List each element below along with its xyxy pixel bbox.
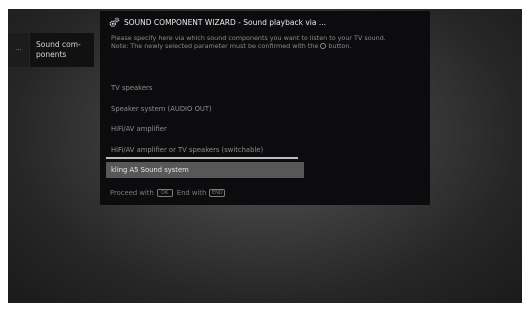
sound-options-list: TV speakers Speaker system (AUDIO OUT) H…	[106, 81, 304, 185]
breadcrumb-current[interactable]: Sound com- ponents	[30, 33, 94, 67]
wizard-footer: Proceed with OK End with END	[110, 189, 229, 197]
wizard-description: Please specify here via which sound comp…	[111, 34, 426, 51]
ok-button-icon	[320, 43, 327, 50]
end-label: End with	[176, 189, 207, 197]
note-text-before: Note: The newly selected parameter must …	[111, 42, 319, 51]
note-text-after: button.	[328, 42, 352, 51]
proceed-label: Proceed with	[110, 189, 154, 197]
option-speaker-system[interactable]: Speaker system (AUDIO OUT)	[106, 102, 304, 116]
wizard-header: SOUND COMPONENT WIZARD - Sound playback …	[109, 15, 326, 29]
option-kling-a5-sound-system[interactable]: kling A5 Sound system	[106, 162, 304, 179]
selection-divider	[106, 157, 298, 159]
breadcrumb: ... Sound com- ponents	[8, 33, 94, 67]
description-line-2: Note: The newly selected parameter must …	[111, 42, 426, 50]
option-hifi-or-tv-switchable[interactable]: HiFi/AV amplifier or TV speakers (switch…	[106, 143, 304, 157]
option-tv-speakers[interactable]: TV speakers	[106, 81, 304, 95]
breadcrumb-prev[interactable]: ...	[8, 33, 29, 67]
ok-key-icon: OK	[156, 189, 173, 197]
tv-screen: ... Sound com- ponents SOUND COMPONENT W…	[8, 9, 522, 303]
description-line-1: Please specify here via which sound comp…	[111, 34, 386, 42]
sound-component-wizard-panel: SOUND COMPONENT WIZARD - Sound playback …	[100, 11, 430, 205]
end-key-icon: END	[209, 189, 226, 197]
option-hifi-av-amplifier[interactable]: HiFi/AV amplifier	[106, 122, 304, 136]
gear-icon	[109, 17, 120, 27]
wizard-title: SOUND COMPONENT WIZARD - Sound playback …	[124, 17, 326, 27]
